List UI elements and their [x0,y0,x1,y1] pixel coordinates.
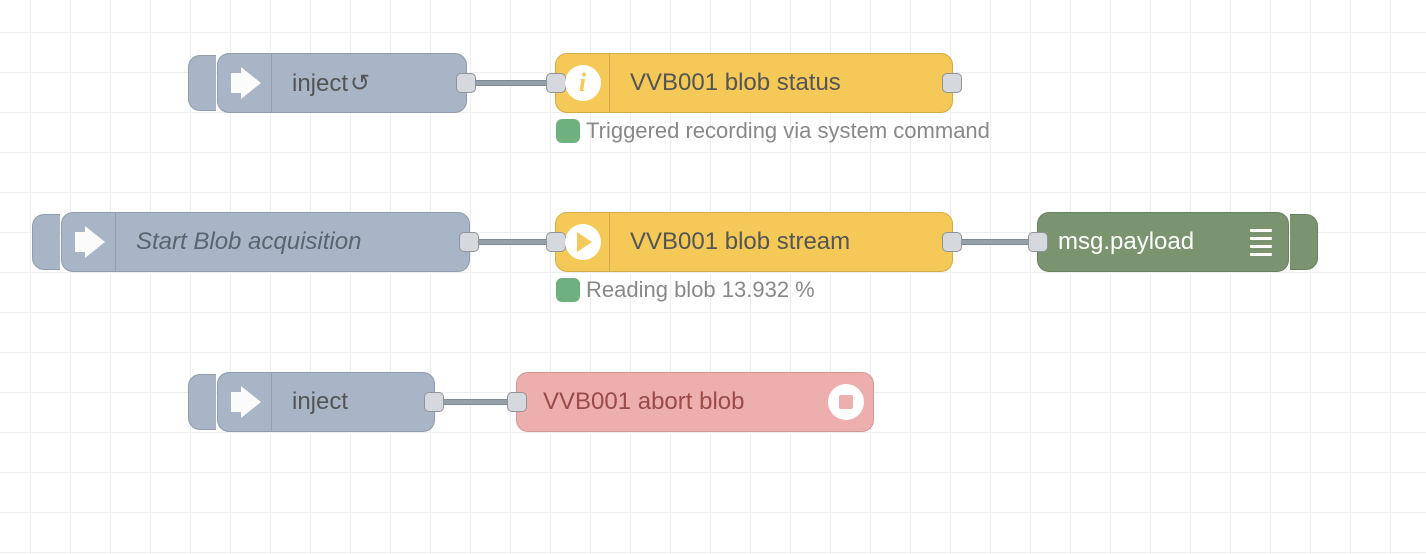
status-text: Triggered recording via system command [586,118,990,144]
info-icon: i [556,54,610,112]
flow-canvas[interactable]: inject↻ i VVB001 blob status Triggered r… [0,0,1426,554]
play-icon [556,213,610,271]
node-label: msg.payload [1038,228,1234,256]
input-port[interactable] [1028,232,1048,252]
inject-button[interactable] [32,214,60,270]
status-dot [556,119,580,143]
node-label: VVB001 abort blob [517,388,819,416]
repeat-icon: ↻ [350,69,370,98]
inject-node-start-blob[interactable]: Start Blob acquisition [61,212,470,272]
stop-icon [819,373,873,431]
inject-button[interactable] [188,55,216,111]
abort-blob-node[interactable]: VVB001 abort blob [516,372,874,432]
node-status: Reading blob 13.932 % [556,277,815,303]
output-port[interactable] [942,73,962,93]
arrow-icon [62,213,116,271]
output-port[interactable] [942,232,962,252]
node-status: Triggered recording via system command [556,118,990,144]
inject-node-3[interactable]: inject [217,372,435,432]
node-label: VVB001 blob stream [610,228,952,256]
arrow-icon [218,373,272,431]
debug-icon [1234,213,1288,271]
node-label: Start Blob acquisition [116,228,469,256]
output-port[interactable] [459,232,479,252]
node-label: inject↻ [272,69,466,98]
debug-toggle-button[interactable] [1290,214,1318,270]
blob-stream-node[interactable]: VVB001 blob stream Reading blob 13.932 % [555,212,953,272]
node-label: VVB001 blob status [610,69,952,97]
node-label: inject [272,388,434,416]
output-port[interactable] [424,392,444,412]
arrow-icon [218,54,272,112]
output-port[interactable] [456,73,476,93]
status-text: Reading blob 13.932 % [586,277,815,303]
debug-node[interactable]: msg.payload [1037,212,1289,272]
blob-status-node[interactable]: i VVB001 blob status Triggered recording… [555,53,953,113]
inject-node-1[interactable]: inject↻ [217,53,467,113]
input-port[interactable] [507,392,527,412]
inject-button[interactable] [188,374,216,430]
status-dot [556,278,580,302]
